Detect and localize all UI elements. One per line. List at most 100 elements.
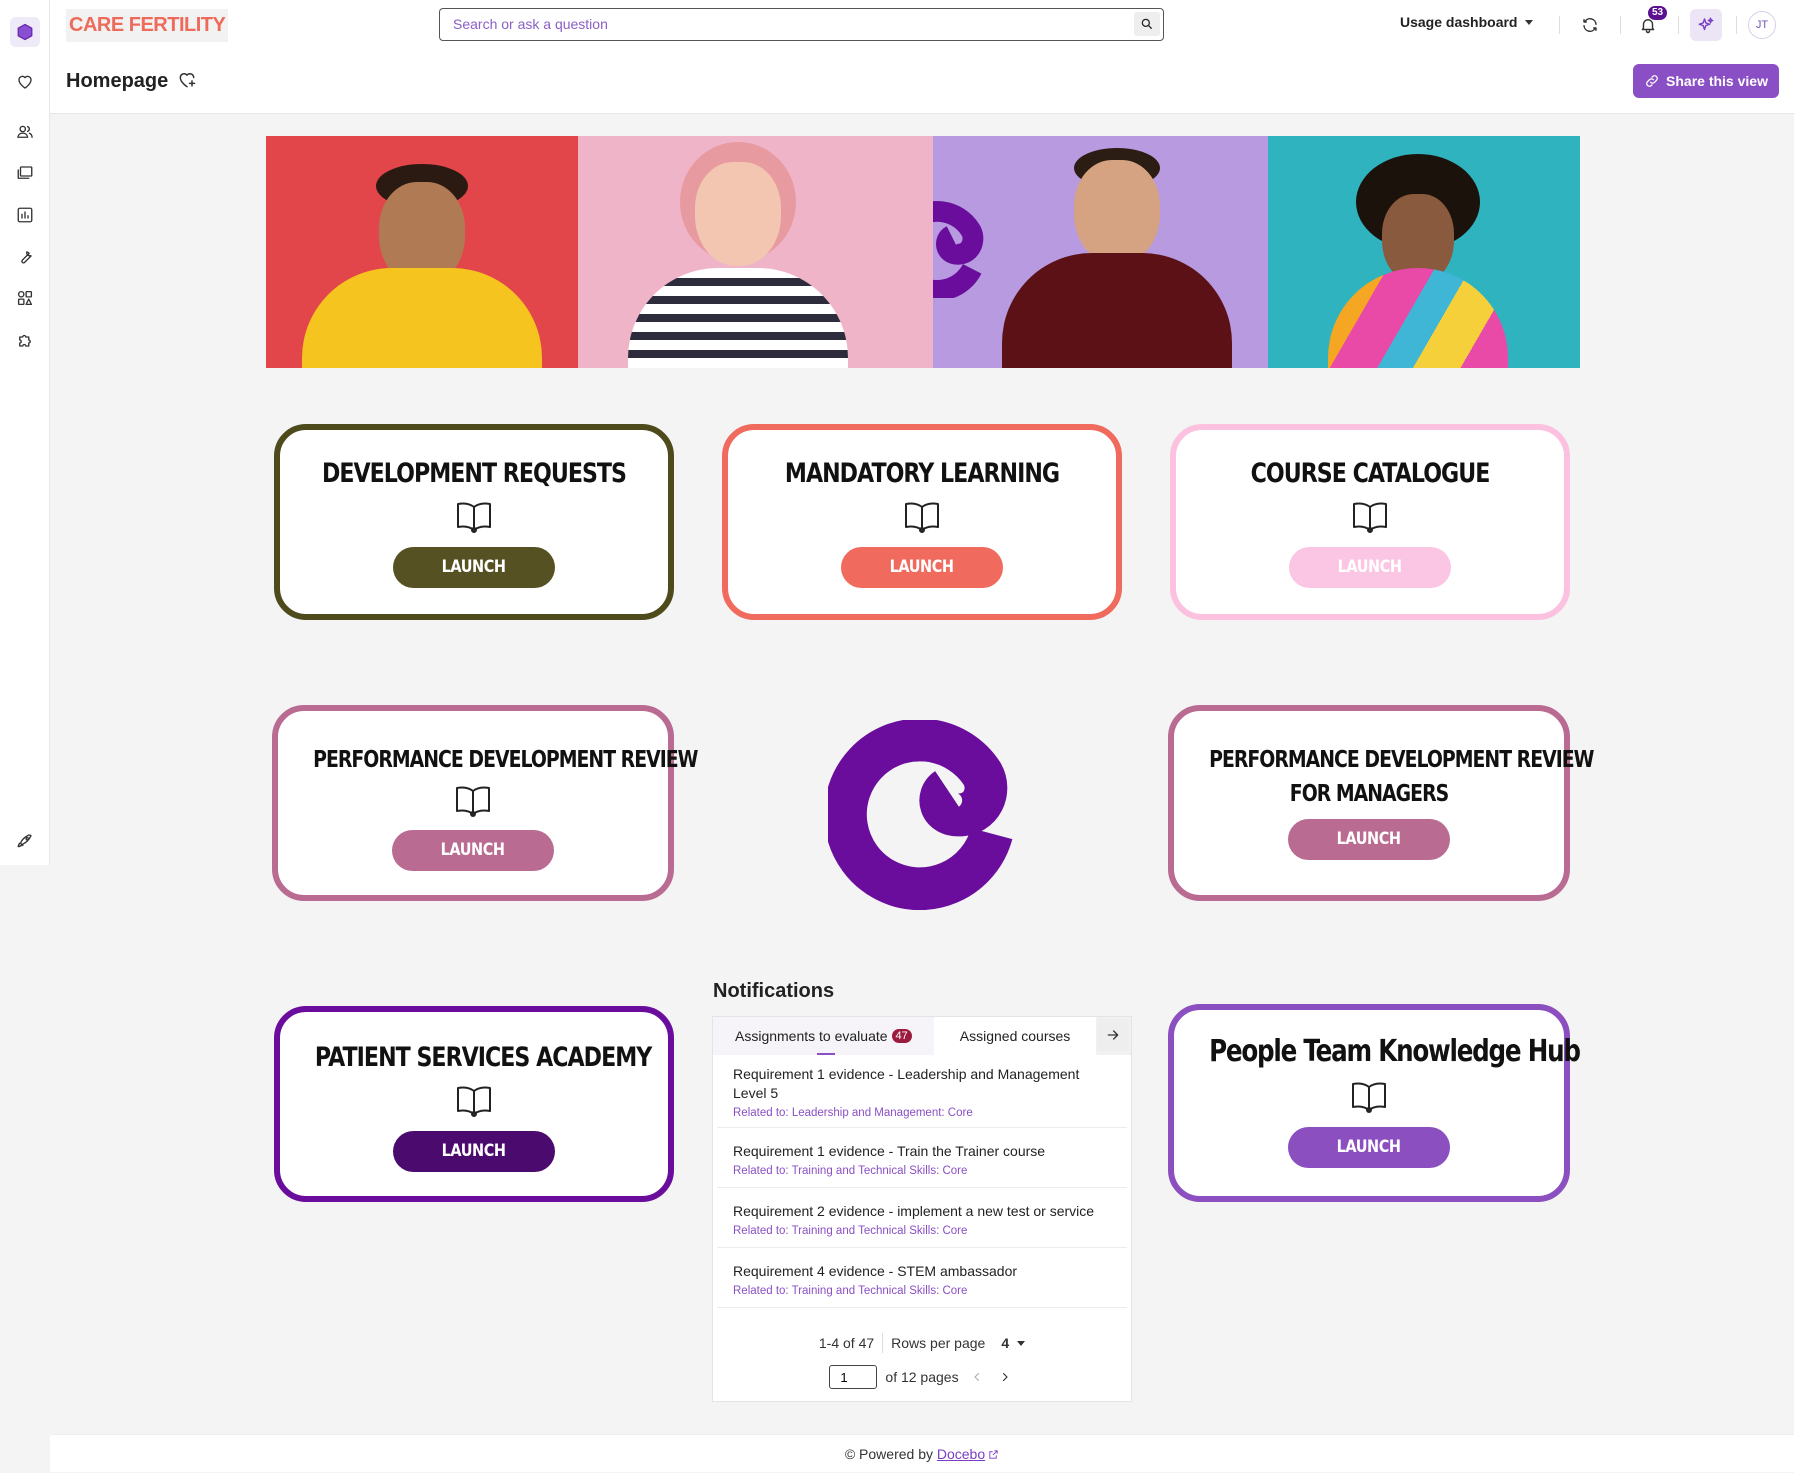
brand-logo-mark bbox=[933, 201, 984, 298]
tile-course-catalogue: COURSE CATALOGUE LAUNCH bbox=[1170, 424, 1570, 620]
tile-title: DEVELOPMENT REQUESTS bbox=[321, 458, 627, 489]
divider bbox=[1559, 16, 1560, 34]
footer-text: © Powered by bbox=[844, 1446, 933, 1462]
tile-title: COURSE CATALOGUE bbox=[1250, 458, 1491, 489]
notification-count-badge: 53 bbox=[1648, 6, 1668, 20]
hero-banner bbox=[266, 136, 1580, 368]
share-view-button[interactable]: Share this view bbox=[1633, 64, 1779, 98]
launch-button[interactable]: LAUNCH bbox=[393, 547, 555, 588]
tile-performance-development-review-managers: PERFORMANCE DEVELOPMENT REVIEW FOR MANAG… bbox=[1168, 705, 1594, 901]
tile-patient-services-academy: PATIENT SERVICES ACADEMY LAUNCH bbox=[274, 1006, 674, 1202]
tile-title: MANDATORY LEARNING bbox=[784, 458, 1060, 489]
count-badge: 47 bbox=[891, 1029, 912, 1043]
wrench-icon[interactable] bbox=[10, 241, 40, 271]
company-logo[interactable]: CARE FERTILITY bbox=[66, 9, 229, 42]
launch-button[interactable]: LAUNCH bbox=[1288, 1127, 1450, 1168]
chevron-down-icon[interactable] bbox=[1017, 1340, 1026, 1346]
link-icon bbox=[1646, 75, 1658, 87]
open-book-icon bbox=[280, 1083, 668, 1122]
arrow-right-icon bbox=[1107, 1030, 1119, 1040]
tile-people-team-knowledge-hub: People Team Knowledge Hub LAUNCH bbox=[1168, 1004, 1581, 1202]
page-number-input[interactable] bbox=[829, 1365, 878, 1389]
notification-title[interactable]: Requirement 1 evidence - Leadership and … bbox=[733, 1065, 1111, 1103]
search-button[interactable] bbox=[1134, 12, 1160, 36]
launch-button[interactable]: LAUNCH bbox=[1289, 547, 1451, 588]
search-icon bbox=[1141, 18, 1153, 30]
tab-assignments-to-evaluate[interactable]: Assignments to evaluate 47 bbox=[713, 1017, 934, 1055]
pagination-summary: 1-4 of 47 Rows per page 4 bbox=[713, 1333, 1131, 1353]
notification-title[interactable]: Requirement 4 evidence - STEM ambassador bbox=[733, 1262, 1111, 1281]
external-link-icon[interactable] bbox=[985, 1446, 999, 1462]
tile-title: FOR MANAGERS bbox=[1289, 781, 1449, 807]
launch-button[interactable]: LAUNCH bbox=[392, 830, 554, 871]
notification-related[interactable]: Related to: Training and Technical Skill… bbox=[733, 1285, 1111, 1297]
reports-icon[interactable] bbox=[10, 200, 40, 230]
search-input[interactable] bbox=[453, 9, 1113, 39]
puzzle-icon[interactable] bbox=[10, 325, 40, 355]
open-book-icon bbox=[278, 783, 668, 822]
apps-icon[interactable] bbox=[10, 283, 40, 313]
refresh-icon bbox=[1583, 18, 1597, 32]
chevron-down-icon bbox=[1525, 19, 1534, 25]
tab-label: Assignments to evaluate bbox=[735, 1028, 888, 1044]
chevron-right-icon bbox=[1002, 1373, 1008, 1381]
home-cube-icon[interactable] bbox=[10, 17, 40, 47]
tile-mandatory-learning: MANDATORY LEARNING LAUNCH bbox=[722, 424, 1122, 620]
notification-title[interactable]: Requirement 1 evidence - Train the Train… bbox=[733, 1142, 1111, 1161]
launch-button[interactable]: LAUNCH bbox=[841, 547, 1003, 588]
refresh-button[interactable] bbox=[1574, 9, 1606, 41]
usage-dashboard-label: Usage dashboard bbox=[1400, 14, 1518, 30]
rows-per-page-select[interactable]: 4 bbox=[1001, 1335, 1009, 1351]
usage-dashboard-dropdown[interactable]: Usage dashboard bbox=[1400, 14, 1534, 30]
notifications-button[interactable]: 53 bbox=[1632, 6, 1668, 41]
brand-logo-mark bbox=[828, 720, 1013, 910]
rocket-icon[interactable] bbox=[10, 826, 40, 856]
tab-assigned-courses[interactable]: Assigned courses bbox=[933, 1017, 1097, 1055]
docebo-link[interactable]: Docebo bbox=[937, 1446, 985, 1462]
next-page-button[interactable] bbox=[995, 1367, 1015, 1387]
notification-item[interactable]: Requirement 2 evidence - implement a new… bbox=[717, 1188, 1127, 1248]
user-avatar[interactable]: JT bbox=[1748, 11, 1776, 39]
notification-item[interactable]: Requirement 1 evidence - Leadership and … bbox=[717, 1055, 1127, 1128]
banner-photo-3 bbox=[933, 136, 1268, 368]
ai-assistant-button[interactable] bbox=[1690, 9, 1722, 41]
previous-page-button[interactable] bbox=[967, 1367, 987, 1387]
launch-button[interactable]: LAUNCH bbox=[1288, 819, 1450, 860]
divider bbox=[1678, 16, 1679, 34]
heart-icon[interactable] bbox=[10, 67, 40, 97]
tab-label: Assigned courses bbox=[959, 1028, 1071, 1044]
banner-photo-2 bbox=[578, 136, 933, 368]
users-icon[interactable] bbox=[10, 117, 40, 147]
notification-related[interactable]: Related to: Leadership and Management: C… bbox=[733, 1107, 1111, 1119]
notification-item[interactable]: Requirement 1 evidence - Train the Train… bbox=[717, 1128, 1127, 1188]
sparkle-icon bbox=[1698, 17, 1714, 31]
notification-related[interactable]: Related to: Training and Technical Skill… bbox=[733, 1225, 1111, 1237]
notification-title[interactable]: Requirement 2 evidence - implement a new… bbox=[733, 1202, 1111, 1221]
heart-plus-icon bbox=[179, 73, 196, 88]
tile-title: People Team Knowledge Hub bbox=[1209, 1034, 1581, 1069]
top-bar: CARE FERTILITY Usage dashboard 53 JT Hom… bbox=[50, 0, 1794, 114]
tile-development-requests: DEVELOPMENT REQUESTS LAUNCH bbox=[274, 424, 674, 620]
banner-photo-4 bbox=[1268, 136, 1580, 368]
add-favorite-button[interactable] bbox=[177, 70, 199, 92]
next-tab-button[interactable] bbox=[1097, 1019, 1129, 1051]
courses-icon[interactable] bbox=[10, 158, 40, 188]
tile-title: PERFORMANCE DEVELOPMENT REVIEW bbox=[1209, 747, 1594, 773]
tile-performance-development-review: PERFORMANCE DEVELOPMENT REVIEW LAUNCH bbox=[272, 705, 698, 901]
tile-title: PERFORMANCE DEVELOPMENT REVIEW bbox=[313, 747, 698, 773]
open-book-icon bbox=[1176, 499, 1564, 538]
share-view-label: Share this view bbox=[1666, 73, 1768, 89]
total-pages-label: of 12 pages bbox=[885, 1369, 959, 1385]
range-label: 1-4 of 47 bbox=[818, 1335, 875, 1351]
divider bbox=[1736, 16, 1737, 34]
search-box bbox=[439, 8, 1164, 41]
notification-item[interactable]: Requirement 4 evidence - STEM ambassador… bbox=[717, 1248, 1127, 1308]
divider bbox=[882, 1333, 884, 1353]
open-book-icon bbox=[1174, 1079, 1564, 1118]
page-title: Homepage bbox=[66, 70, 169, 92]
divider bbox=[1620, 16, 1621, 34]
notification-related[interactable]: Related to: Training and Technical Skill… bbox=[733, 1165, 1111, 1177]
launch-button[interactable]: LAUNCH bbox=[393, 1131, 555, 1172]
notification-tabs: Assignments to evaluate 47 Assigned cour… bbox=[713, 1017, 1131, 1055]
pagination-controls: of 12 pages bbox=[713, 1365, 1131, 1389]
